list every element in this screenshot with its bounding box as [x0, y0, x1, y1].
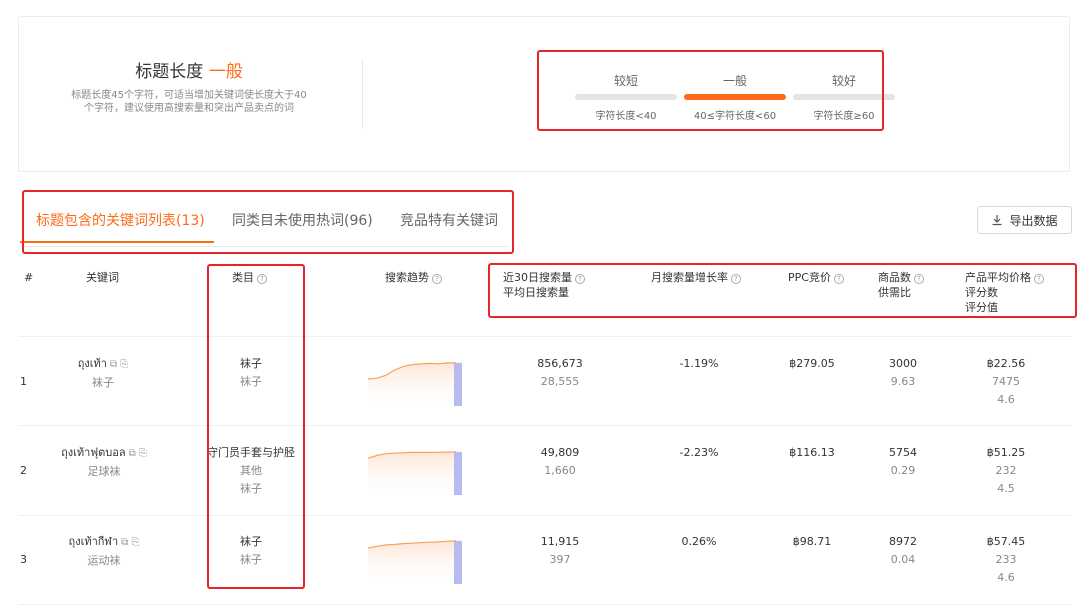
ppc-cell: ฿279.05	[789, 357, 835, 370]
copy-icon[interactable]: ⎘	[120, 359, 128, 370]
col-index: #	[24, 271, 34, 284]
ppc-cell: ฿98.71	[792, 535, 832, 548]
row-divider	[18, 515, 1072, 516]
col-keyword: 关键词	[86, 271, 119, 284]
products-cell: 3000 9.63	[889, 357, 917, 388]
tab-title-keywords[interactable]: 标题包含的关键词列表(13)	[36, 210, 205, 230]
ppc-cell: ฿116.13	[789, 446, 835, 459]
help-icon[interactable]: ?	[432, 274, 442, 284]
title-length-label: 标题长度	[135, 62, 204, 82]
trend-sparkline	[368, 540, 462, 584]
keyword-text[interactable]: ถุงเท้าฟุตบอล	[61, 446, 125, 459]
price-cell: ฿57.45 233 4.6	[986, 535, 1026, 584]
level-bar	[793, 94, 895, 100]
col-ppc[interactable]: PPC竞价?	[788, 270, 844, 285]
keyword-translation: 袜子	[92, 376, 114, 389]
help-icon[interactable]: ?	[257, 274, 267, 284]
products-cell: 5754 0.29	[889, 446, 917, 477]
level-good: 较好 字符长度≥60	[793, 72, 895, 122]
price-cell: ฿51.25 232 4.5	[986, 446, 1026, 495]
col-growth[interactable]: 月搜索量增长率?	[651, 270, 741, 285]
copy-icon[interactable]: ⎘	[139, 448, 147, 459]
trend-highlight	[454, 540, 462, 584]
search-volume-cell: 49,809 1,660	[540, 446, 580, 477]
growth-cell: -2.23%	[679, 446, 719, 459]
length-level-scale: 较短 字符长度<40 一般 40≤字符长度<60 较好 字符长度≥60	[557, 72, 895, 132]
tab-unused-hot-words[interactable]: 同类目未使用热词(96)	[232, 210, 373, 230]
row-index: 1	[20, 375, 27, 388]
trend-area	[368, 540, 456, 584]
external-link-icon[interactable]: ⧉	[129, 448, 136, 459]
trend-area	[368, 362, 456, 406]
trend-sparkline	[368, 451, 462, 495]
divider	[362, 59, 363, 129]
help-icon[interactable]: ?	[575, 274, 585, 284]
tabs-divider	[20, 246, 510, 247]
tab-competitor-keywords[interactable]: 竞品特有关键词	[400, 210, 498, 230]
row-index: 3	[20, 553, 27, 566]
level-short: 较短 字符长度<40	[575, 72, 677, 122]
keyword-cell: ถุงเท้ากีฬา ⧉ ⎘ 运动袜	[46, 533, 162, 570]
level-bar-active	[684, 94, 786, 100]
level-bar	[575, 94, 677, 100]
level-medium: 一般 40≤字符长度<60	[684, 72, 786, 122]
price-cell: ฿22.56 7475 4.6	[986, 357, 1026, 406]
keyword-text[interactable]: ถุงเท้ากีฬา	[69, 535, 119, 548]
external-link-icon[interactable]: ⧉	[121, 537, 128, 548]
keyword-text[interactable]: ถุงเท้า	[78, 357, 107, 370]
download-icon	[992, 215, 1002, 226]
title-length-heading: 标题长度 一般	[19, 57, 359, 82]
active-tab-indicator	[20, 241, 214, 243]
category-cell: 守门员手套与护胫 其他 袜子	[207, 446, 295, 495]
products-cell: 8972 0.04	[889, 535, 917, 566]
search-volume-cell: 856,673 28,555	[537, 357, 583, 388]
trend-sparkline	[368, 362, 462, 406]
category-cell: 袜子 袜子	[240, 535, 262, 566]
row-divider	[18, 604, 1072, 605]
trend-highlight	[454, 451, 462, 495]
growth-cell: -1.19%	[679, 357, 719, 370]
col-price[interactable]: 产品平均价格? 评分数 评分值	[965, 270, 1044, 315]
help-icon[interactable]: ?	[914, 274, 924, 284]
row-divider	[18, 425, 1072, 426]
col-products[interactable]: 商品数? 供需比	[878, 270, 924, 300]
export-label: 导出数据	[1009, 213, 1058, 228]
keyword-cell: ถุงเท้า ⧉ ⎘ 袜子	[48, 355, 158, 392]
copy-icon[interactable]: ⎘	[131, 537, 139, 548]
keyword-translation: 足球袜	[87, 465, 121, 478]
title-length-level: 一般	[208, 62, 243, 82]
row-divider	[18, 336, 1072, 337]
col-category[interactable]: 类目?	[232, 270, 267, 285]
trend-highlight	[454, 362, 462, 406]
external-link-icon[interactable]: ⧉	[110, 359, 117, 370]
search-volume-cell: 11,915 397	[540, 535, 580, 566]
export-data-button[interactable]: 导出数据	[977, 206, 1072, 234]
row-index: 2	[20, 464, 27, 477]
help-icon[interactable]: ?	[731, 274, 741, 284]
col-trend[interactable]: 搜索趋势?	[385, 270, 442, 285]
trend-area	[368, 451, 456, 495]
title-length-description: 标题长度45个字符，可适当增加关键词使长度大于40个字符，建议使用高搜索量和突出…	[71, 90, 307, 114]
keyword-translation: 运动袜	[87, 554, 121, 567]
keyword-cell: ถุงเท้าฟุตบอล ⧉ ⎘ 足球袜	[44, 444, 164, 481]
col-search-volume[interactable]: 近30日搜索量? 平均日搜索量	[503, 270, 585, 300]
help-icon[interactable]: ?	[833, 274, 844, 284]
category-cell: 袜子 袜子	[240, 357, 262, 388]
help-icon[interactable]: ?	[1034, 274, 1044, 284]
growth-cell: 0.26%	[681, 535, 717, 548]
title-length-card: 标题长度 一般 标题长度45个字符，可适当增加关键词使长度大于40个字符，建议使…	[18, 16, 1070, 172]
